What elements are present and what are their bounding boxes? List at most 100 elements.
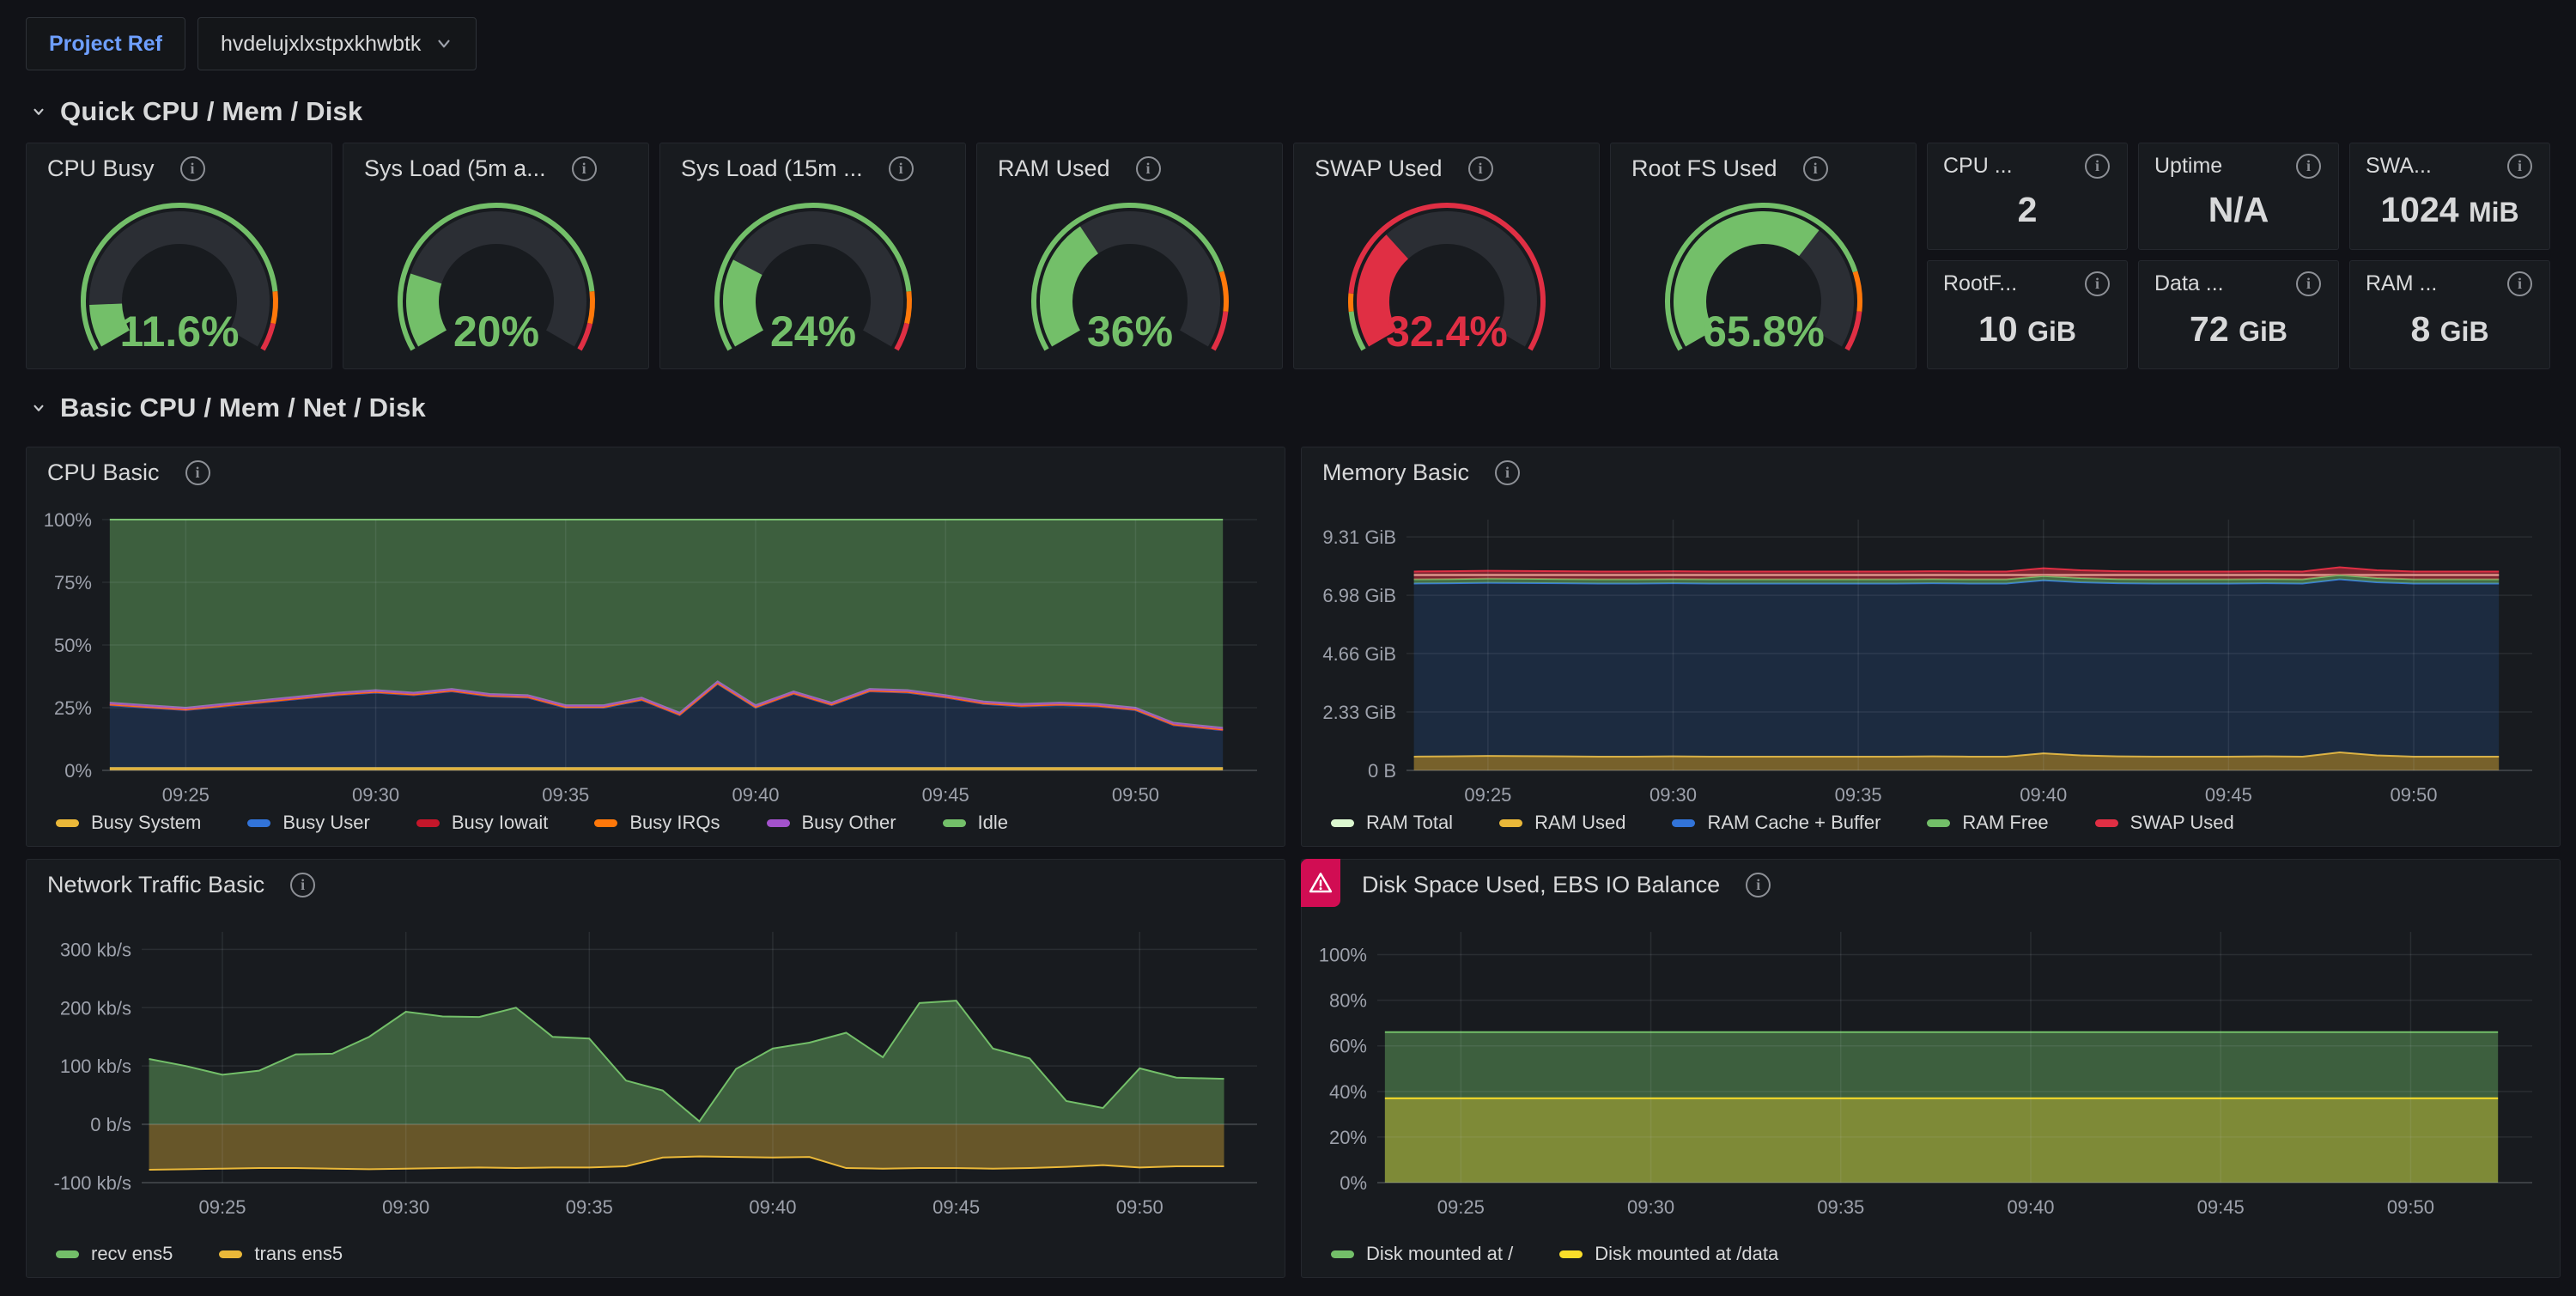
series-area [149, 1124, 1224, 1170]
stat-value: 1024 MiB [2350, 190, 2549, 230]
panel-gauge-sys-load-5m-a: Sys Load (5m a... 20% [343, 143, 649, 369]
cpu-basic-chart[interactable]: 09:2509:3009:3509:4009:4509:50100%75%50%… [35, 508, 1274, 810]
panel-title[interactable]: SWA... [2366, 154, 2536, 179]
legend-swatch [2095, 819, 2118, 827]
warning-triangle-icon [1308, 870, 1334, 896]
legend-item[interactable]: RAM Total [1331, 812, 1453, 834]
info-icon[interactable] [1136, 156, 1161, 181]
panel-title-text: Uptime [2154, 154, 2222, 179]
panel-title[interactable]: Uptime [2154, 154, 2324, 179]
gauge: 36% [977, 193, 1282, 365]
legend-item[interactable]: Disk mounted at /data [1559, 1243, 1778, 1265]
y-tick-label: 100 kb/s [60, 1056, 131, 1077]
gauge-threshold-arc [590, 291, 592, 323]
gauge-svg: 24% [684, 193, 942, 365]
series-area [149, 1001, 1224, 1124]
y-tick-label: 75% [54, 572, 92, 593]
legend-label: RAM Total [1366, 812, 1453, 834]
legend-item[interactable]: Busy Iowait [416, 812, 549, 834]
panel-title[interactable]: CPU ... [1943, 154, 2113, 179]
x-tick-label: 09:30 [1649, 784, 1697, 806]
info-icon[interactable] [1468, 156, 1493, 181]
gauge-threshold-arc [1221, 271, 1225, 311]
panel-title-text: Disk Space Used, EBS IO Balance [1362, 872, 1720, 898]
panel-title[interactable]: Sys Load (5m a... [364, 155, 635, 182]
project-ref-dropdown[interactable]: hvdelujxlxstpxkhwbtk [197, 17, 477, 70]
panel-title[interactable]: Sys Load (15m ... [681, 155, 951, 182]
gauge: 65.8% [1611, 193, 1916, 365]
panel-title[interactable]: SWAP Used [1315, 155, 1585, 182]
legend-swatch [416, 819, 440, 827]
legend-label: RAM Used [1534, 812, 1625, 834]
legend-item[interactable]: RAM Used [1499, 812, 1625, 834]
x-tick-label: 09:35 [566, 1196, 613, 1218]
legend-item[interactable]: SWAP Used [2095, 812, 2234, 834]
panel-title[interactable]: CPU Busy [47, 155, 318, 182]
info-icon[interactable] [2296, 154, 2321, 179]
section-basic-cpu-mem-net-disk[interactable]: Basic CPU / Mem / Net / Disk [29, 392, 426, 423]
info-icon[interactable] [1495, 460, 1520, 485]
stat-value: 8 GiB [2350, 309, 2549, 350]
info-icon[interactable] [290, 873, 315, 897]
gauge: 11.6% [27, 193, 331, 365]
network-traffic-chart[interactable]: 09:2509:3009:3509:4009:4509:50300 kb/s20… [35, 920, 1274, 1222]
x-tick-label: 09:25 [1464, 784, 1511, 806]
y-tick-label: 100% [44, 509, 92, 531]
x-tick-label: 09:25 [162, 784, 210, 806]
disk-space-chart[interactable]: 09:2509:3009:3509:4009:4509:50100%80%60%… [1310, 920, 2549, 1222]
panel-title[interactable]: Memory Basic [1322, 459, 2546, 486]
gauge-svg: 65.8% [1635, 193, 1893, 365]
network-chart-legend: recv ens5 trans ens5 [56, 1243, 343, 1265]
legend-item[interactable]: Busy Other [767, 812, 896, 834]
panel-title-text: RAM ... [2366, 271, 2437, 296]
panel-title[interactable]: RootF... [1943, 271, 2113, 296]
panel-disk-space-used: Disk Space Used, EBS IO Balance 09:2509:… [1301, 859, 2561, 1278]
legend-item[interactable]: RAM Cache + Buffer [1672, 812, 1880, 834]
panel-title[interactable]: RAM Used [998, 155, 1268, 182]
panel-title-text: Sys Load (15m ... [681, 155, 863, 182]
legend-item[interactable]: Busy System [56, 812, 201, 834]
info-icon[interactable] [180, 156, 205, 181]
y-tick-label: 200 kb/s [60, 997, 131, 1019]
gauge-value-arc [1056, 240, 1089, 338]
info-icon[interactable] [572, 156, 597, 181]
x-tick-label: 09:30 [382, 1196, 429, 1218]
panel-gauge-swap-used: SWAP Used 32.4% [1293, 143, 1600, 369]
legend-item[interactable]: Idle [943, 812, 1008, 834]
panel-title[interactable]: CPU Basic [47, 459, 1271, 486]
alert-state-badge[interactable] [1301, 859, 1340, 907]
y-tick-label: 25% [54, 697, 92, 719]
panel-title[interactable]: Data ... [2154, 271, 2324, 296]
y-tick-label: 100% [1319, 945, 1367, 966]
y-tick-label: 9.31 GiB [1322, 526, 1396, 548]
info-icon[interactable] [889, 156, 914, 181]
legend-swatch [56, 819, 79, 827]
info-icon[interactable] [2507, 154, 2532, 179]
panel-title[interactable]: Disk Space Used, EBS IO Balance [1362, 872, 2546, 898]
panel-title[interactable]: RAM ... [2366, 271, 2536, 296]
stat-unit: GiB [2239, 316, 2287, 347]
info-icon[interactable] [2296, 271, 2321, 296]
panel-title-text: RootF... [1943, 271, 2017, 296]
info-icon[interactable] [185, 460, 210, 485]
panel-gauge-ram-used: RAM Used 36% [976, 143, 1283, 369]
info-icon[interactable] [1803, 156, 1828, 181]
cpu-chart-legend: Busy System Busy User Busy Iowait Busy IRQs… [56, 812, 1008, 834]
info-icon[interactable] [2085, 154, 2110, 179]
legend-item[interactable]: Busy User [247, 812, 369, 834]
legend-item[interactable]: recv ens5 [56, 1243, 173, 1265]
info-icon[interactable] [1746, 873, 1771, 897]
panel-title[interactable]: Root FS Used [1631, 155, 1902, 182]
legend-label: trans ens5 [254, 1243, 343, 1265]
info-icon[interactable] [2085, 271, 2110, 296]
legend-item[interactable]: RAM Free [1927, 812, 2048, 834]
y-tick-label: 20% [1329, 1127, 1367, 1148]
section-quick-cpu-mem-disk[interactable]: Quick CPU / Mem / Disk [29, 96, 362, 127]
legend-swatch [56, 1250, 79, 1258]
legend-item[interactable]: Busy IRQs [594, 812, 720, 834]
legend-item[interactable]: Disk mounted at / [1331, 1243, 1513, 1265]
panel-title[interactable]: Network Traffic Basic [47, 872, 1271, 898]
info-icon[interactable] [2507, 271, 2532, 296]
legend-item[interactable]: trans ens5 [219, 1243, 343, 1265]
memory-basic-chart[interactable]: 09:2509:3009:3509:4009:4509:509.31 GiB6.… [1310, 508, 2549, 810]
